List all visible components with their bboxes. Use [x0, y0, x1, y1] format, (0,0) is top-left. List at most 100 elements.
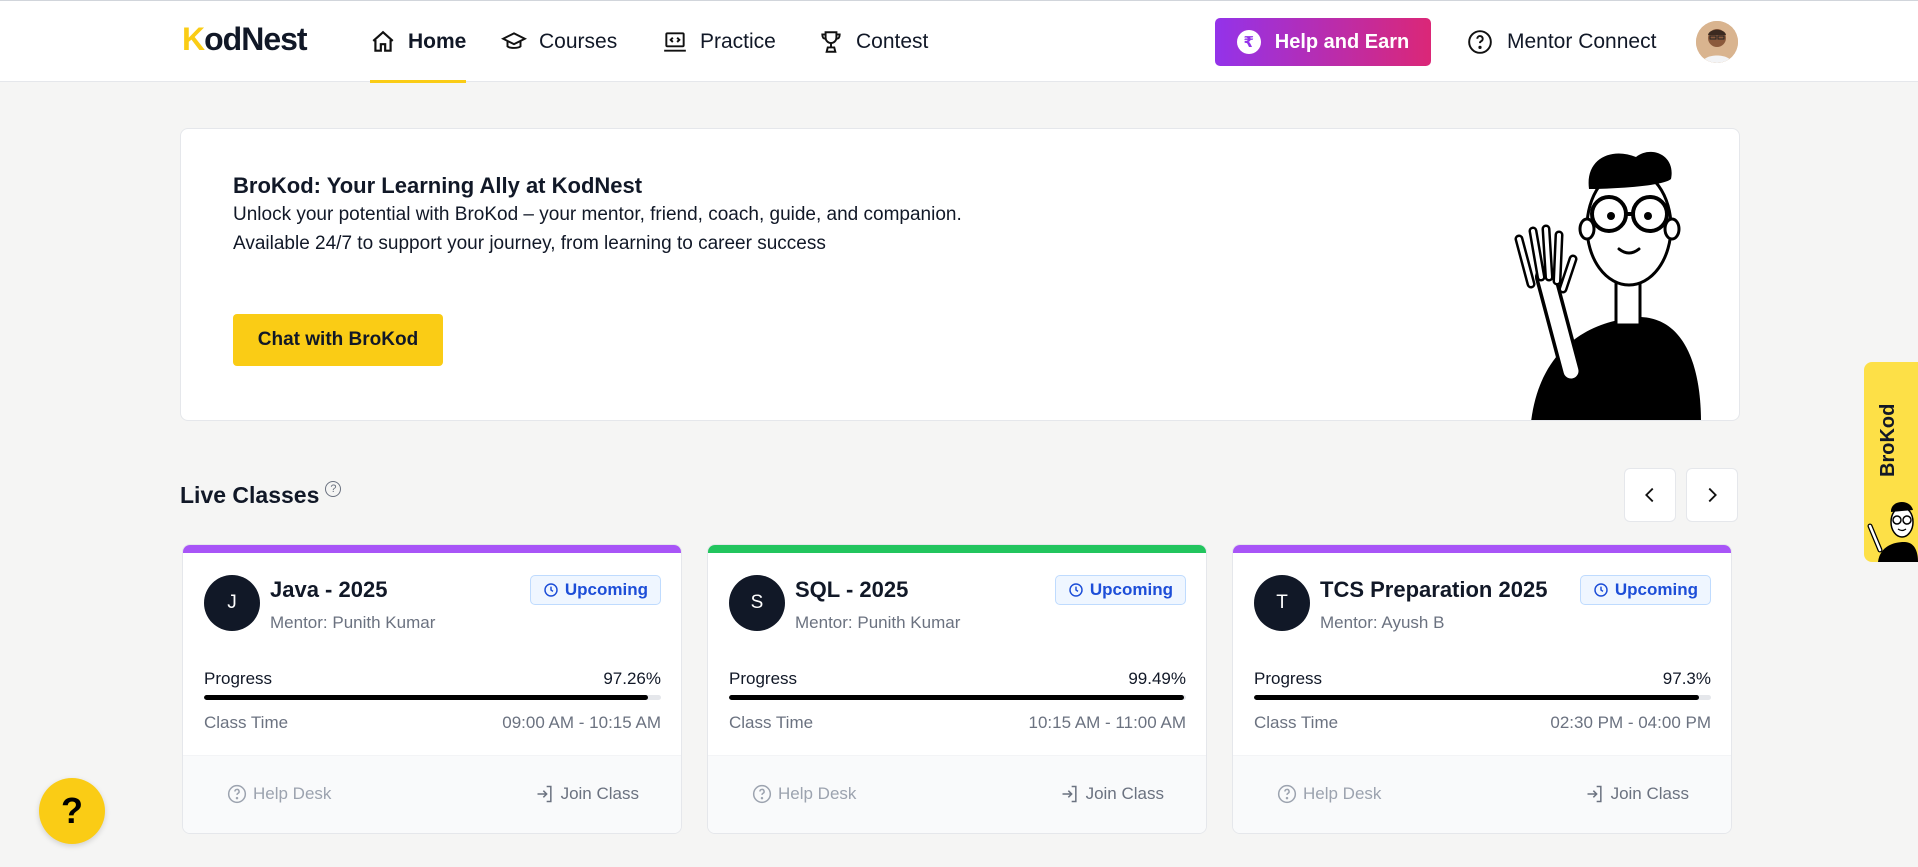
carousel-next-button[interactable]	[1686, 468, 1738, 522]
status-badge: Upcoming	[1579, 575, 1711, 605]
card-accent-bar	[183, 545, 681, 553]
question-circle-icon	[1468, 30, 1492, 54]
help-desk-button[interactable]: Help Desk	[227, 784, 331, 804]
class-card-java[interactable]: J Java - 2025 Mentor: Punith Kumar Upcom…	[182, 544, 682, 834]
laptop-code-icon	[664, 32, 686, 52]
question-circle-icon	[1277, 784, 1297, 804]
class-avatar: J	[204, 575, 260, 631]
logo-k: K	[182, 21, 205, 57]
class-time-label: Class Time	[1254, 713, 1339, 732]
status-badge: Upcoming	[1054, 575, 1186, 605]
help-desk-button[interactable]: Help Desk	[752, 784, 856, 804]
clock-icon	[544, 583, 558, 597]
class-time-value: 02:30 PM - 04:00 PM	[1550, 713, 1711, 732]
progress-fill	[729, 695, 1184, 700]
live-classes-info-icon[interactable]: ?	[325, 480, 342, 497]
progress-track	[729, 695, 1186, 700]
help-desk-label: Help Desk	[1303, 784, 1382, 803]
brokod-side-tab-label: BroKod	[1877, 403, 1899, 477]
nav-contest-label: Contest	[856, 30, 929, 53]
user-photo	[1696, 21, 1738, 63]
class-time-value: 10:15 AM - 11:00 AM	[1028, 713, 1187, 732]
progress-fill	[1254, 695, 1699, 700]
class-avatar: S	[729, 575, 785, 631]
nav-contest[interactable]: Contest	[818, 1, 928, 83]
status-badge: Upcoming	[529, 575, 661, 605]
card-footer: Help Desk Join Class	[1233, 755, 1731, 833]
hero-description-line2: Available 24/7 to support your journey, …	[233, 233, 826, 254]
help-and-earn-button[interactable]: ₹ Help and Earn	[1215, 18, 1431, 66]
progress-label: Progress	[1254, 669, 1323, 688]
nav-practice-label: Practice	[700, 30, 776, 53]
class-mentor: Mentor: Punith Kumar	[270, 613, 436, 632]
class-time-label: Class Time	[729, 713, 814, 732]
progress-track	[1254, 695, 1711, 700]
brokod-hero-card: BroKod: Your Learning Ally at KodNest Un…	[180, 128, 1740, 421]
kodnest-logo[interactable]: KodNest	[182, 21, 308, 58]
brokod-mascot-illustration	[1514, 151, 1701, 420]
chat-with-brokod-button[interactable]: Chat with BroKod	[233, 314, 443, 366]
brokod-mini-mascot-icon	[1867, 501, 1918, 562]
card-accent-bar	[1233, 545, 1731, 553]
rupee-icon: ₹	[1236, 30, 1261, 54]
join-class-button[interactable]: Join Class	[1060, 784, 1164, 804]
clock-icon	[1594, 583, 1608, 597]
join-class-label: Join Class	[560, 784, 639, 803]
status-badge-label: Upcoming	[1089, 580, 1173, 599]
class-title: SQL - 2025	[795, 577, 909, 602]
chevron-right-icon	[1708, 487, 1717, 503]
class-avatar: T	[1254, 575, 1310, 631]
home-icon	[372, 30, 394, 52]
nav-courses[interactable]: Courses	[501, 1, 617, 83]
help-desk-label: Help Desk	[253, 784, 332, 803]
card-accent-bar	[708, 545, 1206, 553]
progress-label: Progress	[729, 669, 798, 688]
logo-text: odNest	[204, 21, 307, 57]
nav-practice[interactable]: Practice	[662, 1, 776, 83]
card-footer: Help Desk Join Class	[183, 755, 681, 833]
brokod-side-tab[interactable]: BroKod	[1864, 362, 1918, 562]
chevron-left-icon	[1645, 487, 1654, 503]
login-icon	[537, 785, 552, 803]
hero-title: BroKod: Your Learning Ally at KodNest	[233, 173, 643, 198]
carousel-prev-button[interactable]	[1624, 468, 1676, 522]
progress-label: Progress	[204, 669, 273, 688]
join-class-label: Join Class	[1610, 784, 1689, 803]
help-and-earn-label: Help and Earn	[1274, 30, 1410, 53]
help-desk-button[interactable]: Help Desk	[1277, 784, 1381, 804]
class-title: TCS Preparation 2025	[1320, 577, 1548, 602]
class-time-value: 09:00 AM - 10:15 AM	[502, 713, 661, 732]
progress-fill	[204, 695, 649, 700]
class-title: Java - 2025	[270, 577, 388, 602]
class-time-label: Class Time	[204, 713, 289, 732]
join-class-button[interactable]: Join Class	[1585, 784, 1689, 804]
question-circle-icon	[752, 784, 772, 804]
live-classes-heading: Live Classes ?	[180, 480, 342, 509]
user-avatar[interactable]	[1696, 21, 1738, 63]
progress-value: 97.3%	[1662, 669, 1711, 688]
card-footer: Help Desk Join Class	[708, 755, 1206, 833]
class-mentor: Mentor: Ayush B	[1320, 613, 1445, 632]
mentor-connect-link[interactable]: Mentor Connect	[1467, 1, 1656, 83]
question-circle-icon	[227, 784, 247, 804]
nav-home[interactable]: Home	[370, 1, 467, 83]
mentor-connect-label: Mentor Connect	[1507, 30, 1657, 53]
trophy-icon	[821, 31, 841, 53]
top-navbar: KodNest Home Courses Practice Contest ₹ …	[0, 0, 1918, 83]
progress-value: 97.26%	[603, 669, 661, 688]
class-card-tcs[interactable]: T TCS Preparation 2025 Mentor: Ayush B U…	[1232, 544, 1732, 834]
login-icon	[1062, 785, 1077, 803]
hero-description-line1: Unlock your potential with BroKod – your…	[233, 204, 962, 225]
join-class-label: Join Class	[1085, 784, 1164, 803]
status-badge-label: Upcoming	[564, 580, 648, 599]
clock-icon	[1069, 583, 1083, 597]
progress-track	[204, 695, 661, 700]
help-floating-button[interactable]: ?	[39, 778, 105, 844]
class-mentor: Mentor: Punith Kumar	[795, 613, 961, 632]
join-class-button[interactable]: Join Class	[535, 784, 639, 804]
class-card-sql[interactable]: S SQL - 2025 Mentor: Punith Kumar Upcomi…	[707, 544, 1207, 834]
graduation-cap-icon	[501, 32, 527, 49]
login-icon	[1587, 785, 1602, 803]
nav-courses-label: Courses	[539, 30, 618, 53]
nav-home-label: Home	[408, 30, 467, 53]
